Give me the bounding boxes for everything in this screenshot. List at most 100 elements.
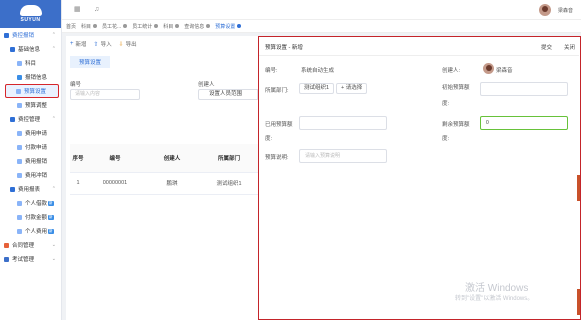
submit-button[interactable]: 提交 (541, 43, 552, 51)
sidebar-item[interactable]: 费控报销 ⌃ (0, 28, 61, 42)
grid-icon[interactable]: ▦ (74, 6, 81, 13)
init-amount-input[interactable] (480, 82, 568, 96)
sidebar-item-label: 报销信息 (25, 75, 48, 81)
sidebar-item[interactable]: 个人费用新 (0, 224, 61, 238)
filter-code-label: 编号 (70, 82, 82, 88)
menu-icon (17, 214, 22, 220)
sidebar-item-label: 费控报销 (12, 33, 35, 39)
avatar[interactable] (539, 4, 551, 16)
tab[interactable]: 预算设置 (215, 23, 242, 30)
sidebar-item[interactable]: 费用报销 (0, 154, 61, 168)
tab-label: 员工花... (102, 23, 122, 30)
tab[interactable]: 员工统计 (132, 23, 159, 30)
menu-icon (4, 242, 9, 248)
sidebar-item[interactable]: 报销信息 (0, 70, 61, 84)
close-tab-icon[interactable] (206, 24, 211, 28)
close-tab-icon[interactable] (93, 24, 98, 28)
chevron-up-icon: ⌃ (51, 46, 56, 52)
cell-creator: 鹏琪 (144, 172, 200, 195)
tab[interactable]: 首页 (66, 23, 76, 30)
sidebar-item[interactable]: 基础信息 ⌃ (0, 42, 61, 56)
sidebar-item[interactable]: 合同管理 ⌄ (0, 238, 61, 252)
tab[interactable]: 查询信息 (184, 23, 211, 30)
tab-label: 科目 (81, 23, 92, 30)
tab-label: 首页 (66, 23, 77, 30)
tabs-bar: 首页 科目 员工花... 员工统计 科目 查询信息 预算设置 (62, 20, 581, 33)
desc-input[interactable]: 请输入预算说明 (299, 149, 387, 163)
cell-index: 1 (70, 172, 86, 195)
code-value: 系统自动生成 (301, 68, 335, 74)
add-label: 新增 (75, 42, 87, 48)
creator-label: 创建人: (442, 68, 461, 74)
used-amount-label: 已用预算额 (265, 122, 293, 128)
cell-code: 00000001 (86, 172, 144, 195)
sidebar-item-label: 基础信息 (18, 47, 41, 53)
menu-icon (17, 74, 22, 80)
logo-text: SUYUN (20, 17, 41, 23)
desc-label: 预算说明: (265, 155, 289, 161)
new-badge: 新 (48, 214, 54, 220)
sidebar-item[interactable]: 付款申请 (0, 140, 61, 154)
dept-label: 所属部门: (265, 88, 289, 94)
subtab-budget-settings[interactable]: 预算设置 (70, 56, 111, 68)
menu-icon (17, 172, 22, 178)
sidebar-item[interactable]: 考试管理 ⌄ (0, 252, 61, 266)
col-header-code: 编号 (86, 144, 144, 173)
sidebar-item[interactable]: 费用申请 (0, 126, 61, 140)
sidebar-item-label: 考试管理 (12, 257, 35, 263)
menu-icon (17, 102, 22, 108)
import-button[interactable]: ⇧ 导入 (94, 40, 112, 49)
select-dept-button[interactable]: + 请选择 (336, 83, 368, 94)
code-label: 编号: (265, 68, 278, 74)
export-button[interactable]: ⇩ 导出 (118, 40, 137, 49)
table-row[interactable]: 1 00000001 鹏琪 测试组织1 (70, 172, 258, 195)
tab[interactable]: 员工花... (102, 23, 128, 30)
sidebar-item-label: 预算调整 (25, 103, 48, 109)
plus-icon: + (70, 41, 74, 47)
edge-handle-top[interactable] (577, 175, 580, 201)
sidebar-item[interactable]: 费用报表 ⌃ (0, 182, 61, 196)
tab[interactable]: 科目 (163, 23, 180, 30)
user-name[interactable]: 梁森音 (558, 7, 573, 14)
sidebar-item[interactable]: 预算调整 (0, 98, 61, 112)
sidebar-item-label: 费控管理 (18, 117, 41, 123)
menu-icon (16, 88, 21, 94)
sidebar: SUYUN 费控报销 ⌃ 基础信息 ⌃ 科目 报销信息 预算设置 预算调整 费控管理 ⌃ 费用申请付… (0, 0, 62, 320)
col-header-index: 序号 (70, 144, 86, 173)
dept-chip[interactable]: 测试组织1 (299, 83, 335, 94)
sidebar-item-label: 个人费用 (25, 229, 48, 235)
bell-icon[interactable]: ♫ (94, 6, 101, 13)
sidebar-item[interactable]: 付款金额新 (0, 210, 61, 224)
menu-icon (17, 144, 22, 150)
close-tab-icon[interactable] (123, 24, 128, 28)
sidebar-item[interactable]: 个人借款新 (0, 196, 61, 210)
logo-icon (19, 5, 42, 16)
new-badge: 新 (48, 228, 54, 234)
export-icon: ⇩ (118, 41, 124, 48)
cell-dept: 测试组织1 (200, 172, 258, 195)
add-button[interactable]: + 新增 (70, 40, 87, 48)
sidebar-item-label: 费用报销 (25, 159, 48, 165)
close-tab-icon[interactable] (154, 24, 159, 28)
menu-icon (17, 200, 22, 206)
sidebar-item[interactable]: 费控管理 ⌃ (0, 112, 61, 126)
sidebar-item[interactable]: 费用冲销 (0, 168, 61, 182)
table-header-row: 序号 编号 创建人 所属部门 (70, 144, 258, 173)
close-tab-icon[interactable] (175, 24, 180, 28)
menu-icon (10, 116, 15, 122)
filter-code-input[interactable]: 请输入内容 (70, 89, 140, 100)
filter-creator-input[interactable]: 设置人员范围 (198, 89, 258, 100)
chevron-down-icon: ⌄ (51, 256, 56, 262)
tab[interactable]: 科目 (81, 23, 98, 30)
remain-amount-input[interactable]: 0 (480, 116, 568, 130)
sidebar-item-label: 预算设置 (24, 89, 47, 95)
filter-creator-label: 创建人 (198, 82, 215, 88)
chevron-down-icon: ⌄ (51, 242, 56, 248)
edge-handle-bottom[interactable] (577, 289, 580, 315)
close-tab-icon[interactable] (237, 24, 242, 28)
sidebar-item-label: 付款申请 (25, 145, 48, 151)
sidebar-item[interactable]: 科目 (0, 56, 61, 70)
close-button[interactable]: 关闭 (564, 43, 575, 51)
sidebar-item[interactable]: 预算设置 (5, 84, 59, 98)
used-amount-input[interactable] (299, 116, 387, 130)
